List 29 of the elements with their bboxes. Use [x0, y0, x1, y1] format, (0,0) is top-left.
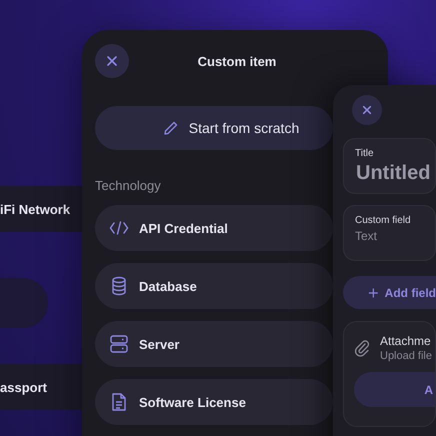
server-icon — [109, 334, 129, 354]
upload-button[interactable]: A — [354, 372, 435, 407]
attachment-subtitle: Upload file — [380, 350, 432, 362]
pill-shape — [0, 278, 48, 328]
code-icon — [109, 220, 129, 236]
field-placeholder: Text — [355, 229, 378, 243]
close-icon — [362, 105, 372, 115]
category-item[interactable]: Software License — [95, 379, 333, 425]
close-button[interactable] — [352, 95, 382, 125]
category-item[interactable]: Database — [95, 263, 333, 309]
section-label: Technology — [95, 178, 162, 193]
start-button[interactable]: Start from scratch — [95, 106, 333, 150]
category-item[interactable]: Server — [95, 321, 333, 367]
add-field-button[interactable]: Add field — [343, 276, 436, 309]
attachment-title: Attachme — [380, 334, 432, 348]
field-value: Untitled — [356, 162, 430, 185]
close-button[interactable] — [95, 44, 129, 78]
dialog-title: Custom item — [198, 54, 276, 68]
custom-field[interactable]: Custom field Text — [343, 205, 436, 261]
pencil-icon — [162, 120, 179, 136]
close-icon — [106, 55, 118, 67]
list-item[interactable]: iFi Network — [0, 186, 82, 232]
paperclip-icon — [354, 339, 370, 357]
category-item[interactable]: API Credential — [95, 205, 333, 251]
plus-icon — [368, 286, 379, 298]
title-field[interactable]: Title Untitled — [343, 138, 436, 194]
field-label: Custom field — [355, 215, 412, 226]
list-item[interactable]: assport — [0, 364, 82, 410]
field-label: Title — [355, 148, 375, 159]
